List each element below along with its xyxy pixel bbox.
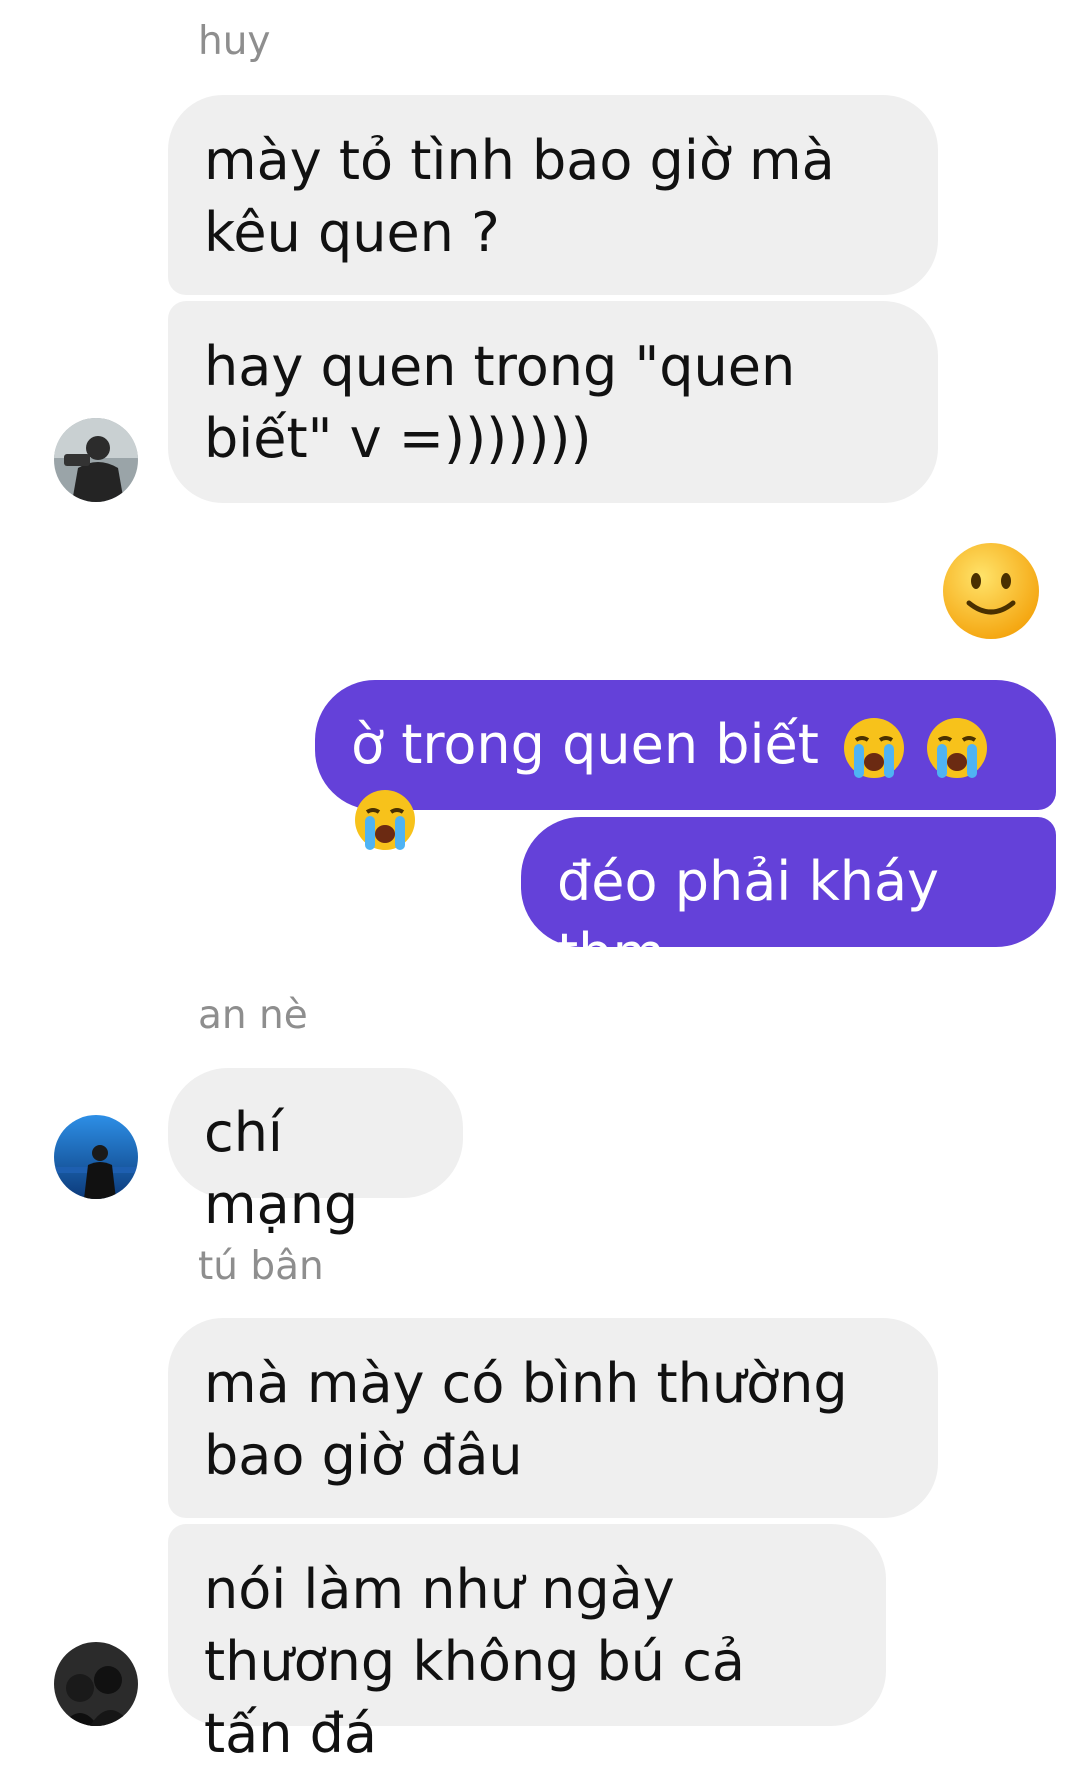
avatar-an-ne[interactable] [54,1115,138,1199]
message-bubble[interactable]: nói làm như ngày thương không bú cả tấn … [168,1524,886,1765]
loudly-crying-face-icon [923,713,989,779]
sender-name-huy: huy [198,19,271,64]
loudly-crying-face-icon [351,785,417,851]
avatar-tu-ban[interactable] [54,1642,138,1726]
message-text: mà mày có bình thường bao giờ đâu [204,1352,848,1487]
message-bubble-outgoing[interactable]: đéo phải kháy tbm [521,817,1056,985]
message-bubble[interactable]: hay quen trong "quen biết" v =))))))) [168,301,938,503]
message-bubble[interactable]: mà mày có bình thường bao giờ đâu [168,1318,938,1518]
message-text: nói làm như ngày thương không bú cả tấn … [204,1558,745,1765]
message-bubble-outgoing[interactable]: ờ trong quen biết [315,680,1056,851]
message-bubble[interactable]: mày tỏ tình bao giờ mà kêu quen ? [168,95,938,295]
message-bubble[interactable]: chí mạng [168,1068,463,1236]
loudly-crying-face-icon [836,713,923,779]
slightly-smiling-face-icon[interactable] [941,541,1041,641]
sender-name-an-ne: an nè [198,993,308,1038]
message-text: đéo phải kháy tbm [557,850,940,985]
message-text: ờ trong quen biết [351,713,819,776]
message-text: hay quen trong "quen biết" v =))))))) [204,335,796,470]
avatar-huy[interactable] [54,418,138,502]
message-text: chí mạng [204,1101,359,1236]
sender-name-tu-ban: tú bân [198,1244,324,1289]
message-text: mày tỏ tình bao giờ mà kêu quen ? [204,129,835,264]
